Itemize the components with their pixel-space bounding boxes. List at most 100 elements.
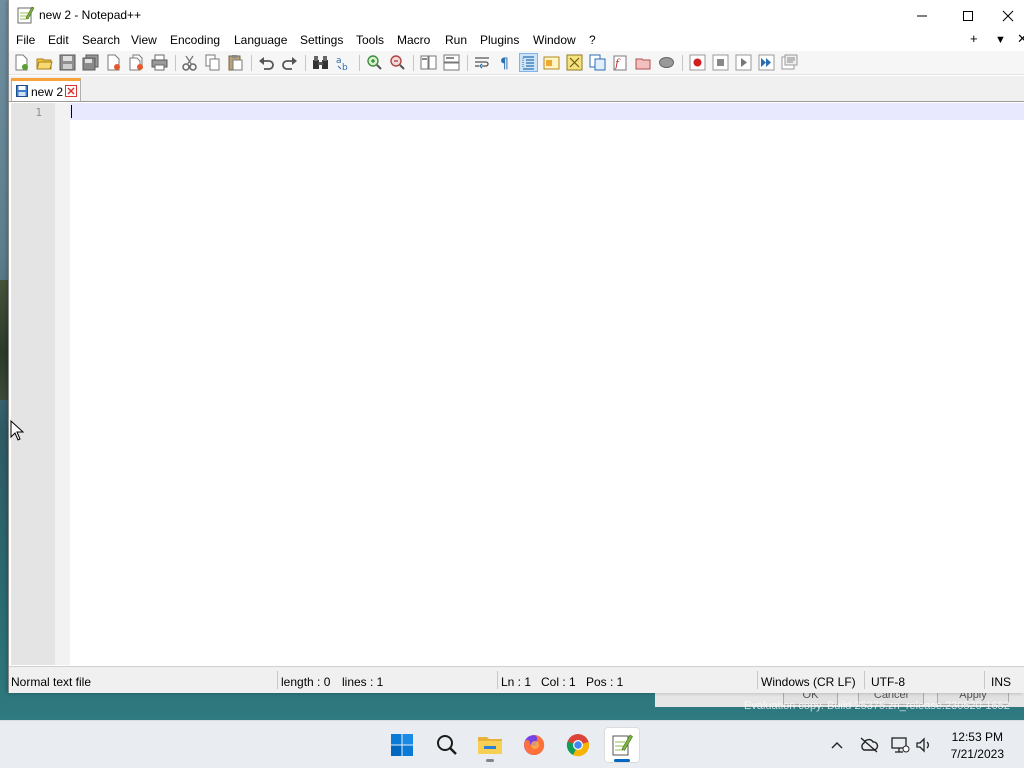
firefox-icon [524, 734, 545, 755]
text-editor[interactable]: 1 [11, 103, 1024, 665]
stop-macro-icon[interactable] [712, 54, 729, 71]
monitoring-icon[interactable] [658, 54, 675, 71]
status-insert-mode[interactable]: INS [991, 675, 1011, 689]
menu-encoding[interactable]: Encoding [170, 33, 220, 47]
open-file-icon[interactable] [36, 54, 53, 71]
show-hidden-icons-button[interactable] [827, 735, 847, 755]
tab-new-2[interactable]: new 2 [11, 78, 81, 101]
sync-horizontal-icon[interactable] [443, 54, 460, 71]
start-button[interactable] [384, 727, 420, 763]
close-doc-button[interactable]: ✕ [1017, 31, 1024, 47]
folder-as-workspace-icon[interactable] [635, 54, 652, 71]
toolbar-separator [682, 55, 683, 71]
svg-text:b: b [342, 63, 348, 71]
maximize-button[interactable] [945, 0, 991, 31]
close-tab-icon[interactable] [65, 85, 77, 97]
volume-button[interactable] [914, 735, 934, 755]
notepad-plus-plus-window: new 2 - Notepad++ File Edit Search View … [8, 0, 1024, 693]
active-indicator [614, 759, 630, 762]
minimize-button[interactable] [899, 0, 945, 31]
taskbar-clock[interactable]: 12:53 PM 7/21/2023 [951, 729, 1004, 763]
word-wrap-icon[interactable] [474, 54, 491, 71]
show-all-chars-icon[interactable]: ¶ [497, 54, 514, 71]
status-encoding[interactable]: UTF-8 [871, 675, 905, 689]
onedrive-status-button[interactable] [859, 735, 879, 755]
redo-icon[interactable] [281, 54, 298, 71]
print-icon[interactable] [151, 54, 168, 71]
chevron-up-icon [831, 742, 843, 749]
evaluation-watermark: Evaluation copy. Build 25375.zn_release.… [744, 700, 1010, 712]
menu-run[interactable]: Run [445, 33, 467, 47]
menu-macro[interactable]: Macro [397, 33, 430, 47]
search-button[interactable] [429, 727, 465, 763]
copy-icon[interactable] [204, 54, 221, 71]
title-bar[interactable]: new 2 - Notepad++ [9, 0, 1024, 31]
status-divider [864, 671, 865, 689]
file-explorer-icon [478, 737, 502, 754]
menu-window[interactable]: Window [533, 33, 576, 47]
save-icon[interactable] [59, 54, 76, 71]
running-indicator [486, 759, 494, 762]
tab-label: new 2 [31, 85, 64, 99]
find-icon[interactable] [312, 54, 329, 71]
window-title: new 2 - Notepad++ [39, 8, 142, 22]
maximize-icon [963, 10, 973, 21]
taskbar-notepad-plus-plus[interactable] [604, 727, 640, 763]
menu-file[interactable]: File [16, 33, 35, 47]
speaker-icon [916, 737, 929, 753]
fold-margin[interactable] [55, 103, 70, 665]
function-list-icon[interactable] [589, 54, 606, 71]
status-eol[interactable]: Windows (CR LF) [761, 675, 856, 689]
menu-search[interactable]: Search [82, 33, 120, 47]
tab-list-dropdown-button[interactable]: ▼ [995, 34, 1006, 46]
notepad-plus-plus-icon [612, 734, 633, 756]
toolbar: ab ¶ f [9, 51, 1024, 75]
toolbar-separator [359, 55, 360, 71]
taskbar-firefox[interactable] [516, 727, 552, 763]
user-lang-icon[interactable] [543, 54, 560, 71]
save-macro-icon[interactable] [781, 54, 798, 71]
toolbar-separator [251, 55, 252, 71]
close-icon [1002, 10, 1014, 21]
menu-edit[interactable]: Edit [48, 33, 69, 47]
svg-text:¶: ¶ [500, 56, 509, 71]
save-all-icon[interactable] [82, 54, 99, 71]
cut-icon[interactable] [181, 54, 198, 71]
close-file-icon[interactable] [105, 54, 122, 71]
doc-map-icon[interactable] [566, 54, 583, 71]
menu-help[interactable]: ? [589, 33, 596, 47]
toolbar-separator [467, 55, 468, 71]
close-all-icon[interactable] [128, 54, 145, 71]
new-tab-plus-button[interactable]: + [970, 31, 978, 46]
status-lines: lines : 1 [342, 675, 384, 689]
network-status-button[interactable] [890, 735, 910, 755]
playback-macro-icon[interactable] [735, 54, 752, 71]
folder-workspace-icon[interactable]: f [612, 54, 629, 71]
run-macro-multiple-icon[interactable] [758, 54, 775, 71]
replace-icon[interactable]: ab [335, 54, 352, 71]
record-macro-icon[interactable] [689, 54, 706, 71]
menu-view[interactable]: View [131, 33, 157, 47]
status-file-type: Normal text file [11, 675, 92, 689]
menu-settings[interactable]: Settings [300, 33, 343, 47]
sync-vertical-icon[interactable] [420, 54, 437, 71]
start-icon [391, 734, 413, 756]
cloud-offline-icon [860, 737, 879, 753]
taskbar-file-explorer[interactable] [472, 727, 508, 763]
undo-icon[interactable] [258, 54, 275, 71]
saved-state-icon [16, 85, 28, 97]
paste-icon[interactable] [227, 54, 244, 71]
zoom-in-icon[interactable] [366, 54, 383, 71]
document-tab-bar: new 2 [9, 76, 1024, 102]
indent-guide-icon[interactable] [519, 53, 538, 72]
taskbar-chrome[interactable] [560, 727, 596, 763]
status-ln: Ln : 1 [501, 675, 532, 689]
current-line-highlight [70, 103, 1024, 120]
zoom-out-icon[interactable] [389, 54, 406, 71]
new-file-icon[interactable] [13, 54, 30, 71]
menu-plugins[interactable]: Plugins [480, 33, 519, 47]
close-window-button[interactable] [991, 0, 1024, 31]
menu-tools[interactable]: Tools [356, 33, 384, 47]
chrome-icon [566, 734, 589, 757]
menu-language[interactable]: Language [234, 33, 287, 47]
